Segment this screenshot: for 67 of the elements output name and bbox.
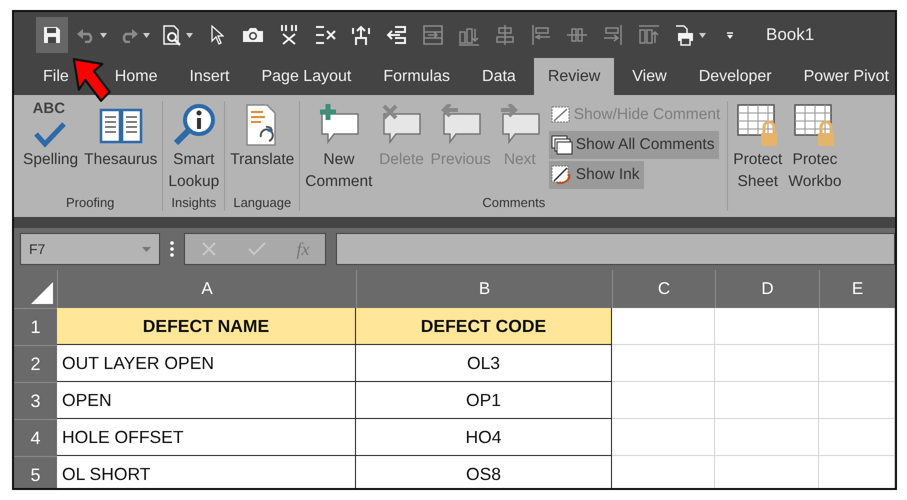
layout-tool-icon bbox=[422, 24, 444, 46]
layout-tool-icon bbox=[494, 24, 516, 46]
ribbon-button[interactable]: Smart Lookup bbox=[166, 101, 222, 193]
table-cell: HOLE OFFSET bbox=[57, 419, 356, 456]
ink-icon bbox=[550, 165, 573, 185]
name-box[interactable]: F7 bbox=[20, 233, 160, 265]
save-icon bbox=[43, 26, 61, 44]
customize-caret-icon bbox=[725, 30, 735, 40]
layout-tool-icon bbox=[350, 24, 372, 46]
ribbon-tab[interactable]: File bbox=[43, 58, 69, 95]
ribbon-tab[interactable]: Insert bbox=[189, 58, 230, 95]
lock-sheet-icon bbox=[736, 103, 780, 147]
table-cell: OL3 bbox=[356, 345, 612, 382]
ribbon-tab[interactable]: Home bbox=[114, 58, 158, 95]
caret-icon bbox=[100, 32, 107, 38]
group-label: Insights bbox=[170, 195, 218, 211]
table-cell: OL SHORT bbox=[57, 456, 356, 488]
ribbon-button[interactable]: Protec Workbo bbox=[786, 101, 844, 193]
ribbon-tab[interactable]: Review bbox=[534, 58, 614, 95]
caret-icon bbox=[143, 32, 150, 38]
group-label: Proofing bbox=[64, 195, 116, 211]
check-icon[interactable] bbox=[248, 242, 266, 256]
ribbon-tab[interactable]: Data bbox=[482, 58, 516, 95]
ribbon-tab[interactable]: Developer bbox=[698, 58, 772, 95]
caret-icon bbox=[186, 32, 193, 38]
comment-toggle-icon bbox=[550, 106, 571, 124]
pointer-icon bbox=[210, 25, 224, 45]
caret-icon bbox=[699, 32, 706, 38]
layout-tool-icon bbox=[602, 24, 624, 46]
toolbar-button[interactable] bbox=[36, 17, 68, 53]
ribbon-tab[interactable]: Formulas bbox=[383, 58, 450, 95]
caret-icon bbox=[142, 246, 151, 252]
layout-tool-icon bbox=[638, 24, 660, 46]
search-info-icon bbox=[172, 103, 216, 147]
ribbon-toggle-button[interactable]: Show All Comments bbox=[548, 131, 718, 159]
table-cell: OS8 bbox=[356, 456, 612, 488]
workbook-title: Book1 bbox=[766, 25, 814, 45]
ribbon-toggle-button[interactable]: Show Ink bbox=[548, 161, 644, 189]
ribbon-tab[interactable]: Power Pivot bbox=[804, 58, 889, 95]
printer-icon bbox=[673, 24, 695, 46]
layout-tool-icon bbox=[530, 24, 552, 46]
ribbon-button[interactable]: Thesaurus bbox=[82, 101, 160, 171]
camera-icon bbox=[242, 27, 264, 43]
layout-tool-icon bbox=[278, 24, 300, 46]
pointer-arrow bbox=[71, 56, 111, 104]
layout-tool-icon bbox=[314, 24, 336, 46]
table-cell: DEFECT CODE bbox=[356, 308, 612, 345]
ribbon-tab[interactable]: View bbox=[632, 58, 667, 95]
layout-tool-icon bbox=[386, 24, 408, 46]
more-icon bbox=[170, 241, 174, 257]
ribbon-button[interactable]: Protect Sheet bbox=[731, 101, 784, 193]
group-label: Comments bbox=[481, 195, 546, 211]
comments-stack-icon bbox=[550, 135, 573, 155]
table-cell: OPEN bbox=[57, 382, 356, 419]
group-label: Language bbox=[232, 195, 292, 211]
formula-field[interactable] bbox=[336, 233, 895, 265]
select-all-icon[interactable] bbox=[31, 282, 53, 304]
table-cell: DEFECT NAME bbox=[57, 308, 356, 345]
ribbon-button[interactable]: ABC Spelling bbox=[21, 101, 80, 171]
table-cell: HO4 bbox=[356, 419, 612, 456]
ribbon-tab[interactable]: Page Layout bbox=[261, 58, 352, 95]
ribbon-button[interactable]: New Comment bbox=[303, 101, 374, 193]
table-cell: OUT LAYER OPEN bbox=[57, 345, 356, 382]
ribbon-button[interactable]: Translate bbox=[228, 101, 296, 171]
lock-sheet-icon bbox=[792, 103, 837, 147]
print-preview-icon bbox=[162, 24, 182, 46]
table-cell: OP1 bbox=[356, 382, 612, 419]
